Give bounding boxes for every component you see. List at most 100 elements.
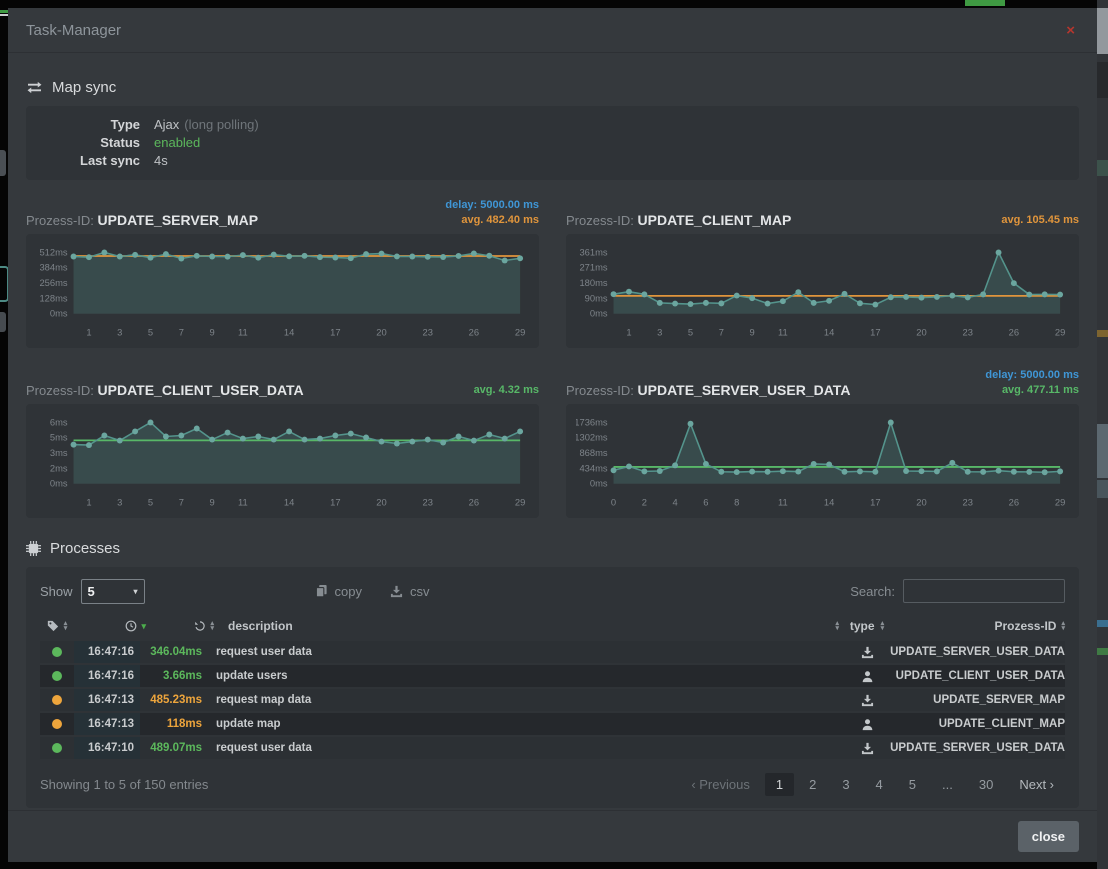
col-type-header[interactable]: type ▴▾ — [839, 619, 895, 633]
svg-text:1: 1 — [86, 497, 91, 507]
type-label: Type — [40, 116, 140, 134]
col-time-header[interactable]: ▾ — [74, 620, 152, 632]
chart-header: Prozess-ID: UPDATE_CLIENT_USER_DATA avg. … — [26, 362, 539, 404]
charts-grid: Prozess-ID: UPDATE_SERVER_MAPdelay: 5000… — [26, 192, 1079, 518]
chart-avg-value: avg. 477.11 ms — [985, 383, 1079, 398]
svg-text:3: 3 — [117, 327, 122, 337]
task-manager-modal: Task-Manager × Map sync Type Ajax(long p… — [8, 8, 1097, 862]
chart-header: Prozess-ID: UPDATE_SERVER_MAPdelay: 5000… — [26, 192, 539, 234]
tag-icon — [47, 620, 59, 632]
time-cell: 16:47:16 — [74, 641, 140, 663]
chart-delay-value: delay: 5000.00 ms — [985, 368, 1079, 383]
svg-text:0ms: 0ms — [590, 309, 608, 319]
svg-text:9: 9 — [750, 327, 755, 337]
pagination-page-3[interactable]: 3 — [831, 773, 860, 796]
svg-text:5: 5 — [688, 327, 693, 337]
chart-panel: 6ms5ms3ms2ms0ms1357911141720232629 — [26, 404, 539, 518]
chevron-down-icon: ▾ — [134, 587, 138, 596]
svg-text:5: 5 — [148, 327, 153, 337]
col-status-header[interactable]: ▴▾ — [40, 620, 74, 632]
table-row[interactable]: 16:47:13485.23msrequest map dataUPDATE_S… — [40, 689, 1065, 711]
svg-text:23: 23 — [423, 497, 433, 507]
chart-panel: 512ms384ms256ms128ms0ms13579111417202326… — [26, 234, 539, 348]
svg-text:26: 26 — [469, 327, 479, 337]
status-dot — [52, 743, 62, 753]
pagination-page-...[interactable]: ... — [931, 773, 964, 796]
chart-area-svg: 361ms271ms180ms90ms0ms135791114172023262… — [576, 242, 1069, 340]
type-value: Ajax(long polling) — [154, 116, 259, 134]
status-dot — [52, 647, 62, 657]
svg-text:20: 20 — [376, 327, 386, 337]
csv-button[interactable]: csv — [390, 584, 430, 599]
process-id-cell: UPDATE_SERVER_USER_DATA — [895, 742, 1065, 754]
chart-header: Prozess-ID: UPDATE_SERVER_USER_DATA delay… — [566, 362, 1079, 404]
scrollbar-thumb[interactable] — [1097, 8, 1108, 54]
svg-text:29: 29 — [515, 327, 525, 337]
svg-text:23: 23 — [963, 327, 973, 337]
description-cell: update map — [208, 718, 839, 730]
search-input[interactable] — [903, 579, 1065, 603]
table-row[interactable]: 16:47:163.66msupdate usersUPDATE_CLIENT_… — [40, 665, 1065, 687]
download-icon — [861, 694, 874, 707]
csv-button-label: csv — [410, 584, 430, 599]
close-icon[interactable]: × — [1062, 21, 1079, 40]
svg-text:14: 14 — [284, 497, 294, 507]
svg-text:14: 14 — [284, 327, 294, 337]
copy-button-label: copy — [335, 584, 362, 599]
status-cell — [40, 743, 74, 753]
show-entries-select[interactable]: 5 ▾ — [81, 579, 145, 604]
underlay-fragment — [0, 312, 6, 332]
map-sync-status-row: Status enabled — [40, 134, 1065, 152]
pagination-previous[interactable]: ‹ Previous — [680, 773, 761, 796]
processes-heading-label: Processes — [50, 540, 120, 557]
sort-icon: ▴▾ — [881, 621, 885, 631]
processes-panel: Show 5 ▾ copy csv — [26, 567, 1079, 808]
search-label: Search: — [850, 584, 895, 599]
pagination-page-1[interactable]: 1 — [765, 773, 794, 796]
chart-panel: 361ms271ms180ms90ms0ms135791114172023262… — [566, 234, 1079, 348]
svg-text:8: 8 — [734, 497, 739, 507]
pagination-page-4[interactable]: 4 — [865, 773, 894, 796]
svg-text:11: 11 — [778, 497, 788, 507]
table-row[interactable]: 16:47:13118msupdate mapUPDATE_CLIENT_MAP — [40, 713, 1065, 735]
process-name: UPDATE_SERVER_MAP — [98, 212, 259, 228]
modal-header: Task-Manager × — [8, 8, 1097, 53]
col-duration-header[interactable]: ▴▾ — [152, 620, 220, 632]
duration-cell: 485.23ms — [140, 694, 208, 706]
svg-text:7: 7 — [719, 327, 724, 337]
type-cell — [839, 718, 895, 731]
svg-text:11: 11 — [238, 327, 248, 337]
svg-text:29: 29 — [1055, 497, 1065, 507]
svg-text:0ms: 0ms — [50, 479, 68, 489]
chip-icon — [26, 541, 41, 556]
pagination-page-5[interactable]: 5 — [898, 773, 927, 796]
chart-block: Prozess-ID: UPDATE_SERVER_USER_DATA delay… — [566, 362, 1079, 518]
svg-text:26: 26 — [1009, 327, 1019, 337]
chart-stats: avg. 4.32 ms — [474, 383, 539, 398]
chart-stats: delay: 5000.00 msavg. 482.40 ms — [445, 198, 539, 228]
status-cell — [40, 695, 74, 705]
svg-text:361ms: 361ms — [579, 247, 607, 257]
svg-text:23: 23 — [423, 327, 433, 337]
type-note: (long polling) — [184, 117, 258, 132]
description-cell: request user data — [208, 742, 839, 754]
col-description-header[interactable]: description ▴▾ — [220, 619, 839, 633]
pagination-page-2[interactable]: 2 — [798, 773, 827, 796]
table-row[interactable]: 16:47:16346.04msrequest user dataUPDATE_… — [40, 641, 1065, 663]
underlay-fragment — [0, 10, 8, 13]
table-row[interactable]: 16:47:10489.07msrequest user dataUPDATE_… — [40, 737, 1065, 759]
status-dot — [52, 671, 62, 681]
col-process-id-header[interactable]: Prozess-ID ▴▾ — [895, 619, 1065, 633]
copy-button[interactable]: copy — [315, 584, 362, 599]
svg-text:3ms: 3ms — [50, 448, 68, 458]
close-button[interactable]: close — [1018, 821, 1079, 852]
chart-title: Prozess-ID: UPDATE_SERVER_USER_DATA — [566, 382, 850, 398]
chart-avg-value: avg. 482.40 ms — [445, 213, 539, 228]
pagination-page-30[interactable]: 30 — [968, 773, 1004, 796]
underlay-fragment — [1097, 160, 1108, 176]
chart-title: Prozess-ID: UPDATE_CLIENT_USER_DATA — [26, 382, 304, 398]
chart-delay-value: delay: 5000.00 ms — [445, 198, 539, 213]
map-sync-panel: Type Ajax(long polling) Status enabled L… — [26, 106, 1079, 180]
pagination-next[interactable]: Next › — [1008, 773, 1065, 796]
svg-text:23: 23 — [963, 497, 973, 507]
